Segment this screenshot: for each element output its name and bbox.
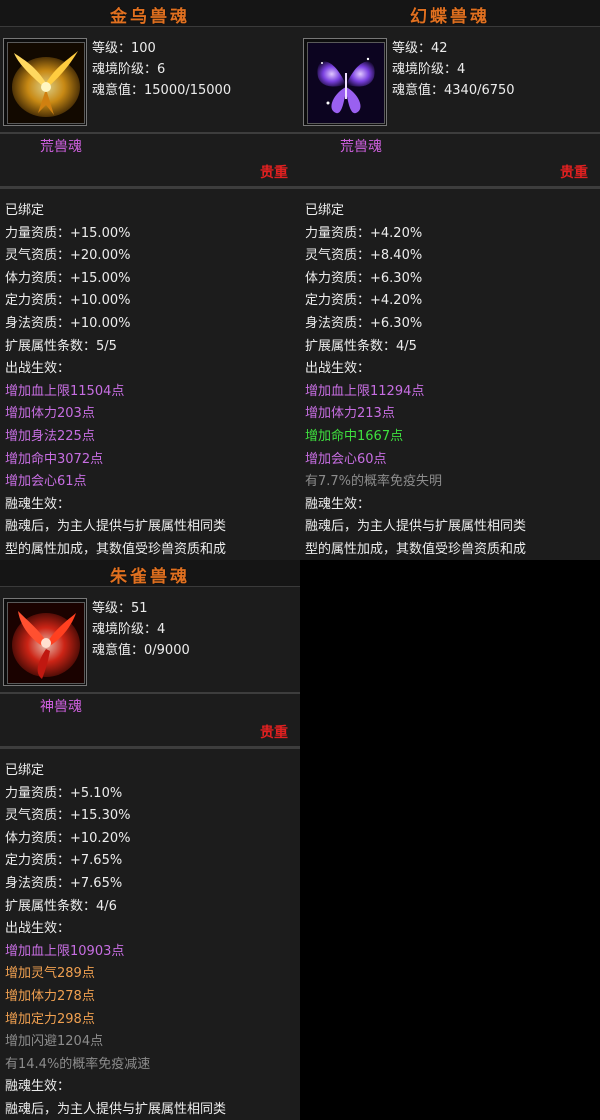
effect-line: 增加血上限11294点 <box>305 383 425 399</box>
attr-line: 力量资质：+5.10% <box>5 785 123 801</box>
effect-line: 增加体力278点 <box>5 988 95 1004</box>
title-bar: 幻蝶兽魂 <box>300 0 600 27</box>
fusion-text: 融魂后，为主人提供与扩展属性相同类 <box>5 1101 227 1117</box>
battle-effect-label: 出战生效： <box>305 361 371 377</box>
effect-line: 增加体力213点 <box>305 406 395 422</box>
effect-line: 增加身法225点 <box>5 428 95 444</box>
soul-value-line: 魂意值：0/9000 <box>92 643 190 658</box>
basic-stats: 等级：51 魂境阶级：4 魂意值：0/9000 <box>92 598 190 661</box>
fusion-effect-label: 融魂生效： <box>305 496 371 512</box>
attr-line: 力量资质：+15.00% <box>5 225 131 241</box>
divider <box>300 186 600 189</box>
ext-attr-count: 扩展属性条数：4/5 <box>305 338 417 354</box>
ext-attr-count: 扩展属性条数：4/6 <box>5 898 117 914</box>
beast-soul-card-vermilion-bird: 朱雀兽魂 等级：51 魂境阶级：4 魂意值：0/9000 神兽魂 贵重 已绑定 … <box>0 560 300 1120</box>
battle-effect-label: 出战生效： <box>5 921 71 937</box>
attr-line: 体力资质：+10.20% <box>5 830 131 846</box>
level-line: 等级：42 <box>392 41 448 56</box>
soul-grade: 荒兽魂 <box>40 139 82 155</box>
card-title: 朱雀兽魂 <box>110 567 190 587</box>
effect-line: 增加血上限10903点 <box>5 943 125 959</box>
title-bar: 金乌兽魂 <box>0 0 300 27</box>
divider <box>300 132 600 134</box>
title-bar: 朱雀兽魂 <box>0 560 300 587</box>
attr-line: 灵气资质：+15.30% <box>5 808 131 824</box>
golden-crow-icon[interactable] <box>3 38 87 126</box>
attr-line: 定力资质：+4.20% <box>305 293 423 309</box>
effect-line: 有7.7%的概率免疫失明 <box>305 474 443 490</box>
attr-line: 灵气资质：+8.40% <box>305 248 423 264</box>
attr-line: 身法资质：+7.65% <box>5 875 123 891</box>
beast-soul-card-golden-crow: 金乌兽魂 等级：100 魂境阶级：6 魂意值：15000/15000 荒兽魂 贵… <box>0 0 300 560</box>
card-title: 幻蝶兽魂 <box>410 7 490 27</box>
divider <box>0 186 300 189</box>
effect-line: 增加定力298点 <box>5 1011 95 1027</box>
vermilion-bird-icon[interactable] <box>3 598 87 686</box>
realm-line: 魂境阶级：6 <box>92 62 166 77</box>
attr-line: 身法资质：+6.30% <box>305 315 423 331</box>
attr-line: 力量资质：+4.20% <box>305 225 423 241</box>
attr-line: 灵气资质：+20.00% <box>5 248 131 264</box>
realm-line: 魂境阶级：4 <box>92 622 166 637</box>
effect-line: 增加体力203点 <box>5 406 95 422</box>
empty-area <box>300 560 600 1120</box>
card-title: 金乌兽魂 <box>110 7 190 27</box>
rarity-label: 贵重 <box>260 165 288 181</box>
effect-line: 增加灵气289点 <box>5 966 95 982</box>
fusion-text: 融魂后，为主人提供与扩展属性相同类 <box>305 519 527 535</box>
soul-grade: 神兽魂 <box>40 699 82 715</box>
attr-line: 身法资质：+10.00% <box>5 315 131 331</box>
detail-list: 已绑定 力量资质：+15.00% 灵气资质：+20.00% 体力资质：+15.0… <box>5 200 297 560</box>
effect-line: 增加命中1667点 <box>305 428 404 444</box>
rarity-label: 贵重 <box>560 165 588 181</box>
fusion-effect-label: 融魂生效： <box>5 496 71 512</box>
bound-status: 已绑定 <box>5 203 45 218</box>
effect-line: 增加会心60点 <box>305 451 387 467</box>
basic-stats: 等级：42 魂境阶级：4 魂意值：4340/6750 <box>392 38 515 101</box>
effect-line: 有14.4%的概率免疫减速 <box>5 1056 151 1072</box>
ext-attr-count: 扩展属性条数：5/5 <box>5 338 117 354</box>
soul-value-line: 魂意值：15000/15000 <box>92 83 232 98</box>
attr-line: 体力资质：+15.00% <box>5 270 131 286</box>
battle-effect-label: 出战生效： <box>5 361 71 377</box>
soul-grade: 荒兽魂 <box>340 139 382 155</box>
butterfly-icon[interactable] <box>303 38 387 126</box>
effect-line: 增加命中3072点 <box>5 451 104 467</box>
detail-list: 已绑定 力量资质：+5.10% 灵气资质：+15.30% 体力资质：+10.20… <box>5 760 297 1120</box>
fusion-text: 型的属性加成，其数值受珍兽资质和成 <box>5 541 227 557</box>
fusion-effect-label: 融魂生效： <box>5 1079 71 1095</box>
fusion-text: 融魂后，为主人提供与扩展属性相同类 <box>5 519 227 535</box>
fusion-text: 型的属性加成，其数值受珍兽资质和成 <box>305 541 527 557</box>
soul-value-line: 魂意值：4340/6750 <box>392 83 515 98</box>
detail-list: 已绑定 力量资质：+4.20% 灵气资质：+8.40% 体力资质：+6.30% … <box>305 200 597 560</box>
level-line: 等级：100 <box>92 41 156 56</box>
rarity-label: 贵重 <box>260 725 288 741</box>
attr-line: 定力资质：+10.00% <box>5 293 131 309</box>
bound-status: 已绑定 <box>5 763 45 778</box>
realm-line: 魂境阶级：4 <box>392 62 466 77</box>
effect-line: 增加会心61点 <box>5 474 87 490</box>
attr-line: 定力资质：+7.65% <box>5 853 123 869</box>
bound-status: 已绑定 <box>305 203 345 218</box>
divider <box>0 692 300 694</box>
basic-stats: 等级：100 魂境阶级：6 魂意值：15000/15000 <box>92 38 231 101</box>
beast-soul-card-phantom-butterfly: 幻蝶兽魂 等级：42 魂境阶级：4 魂意值：4340/6750 荒兽魂 贵重 已… <box>300 0 600 560</box>
divider <box>0 132 300 134</box>
attr-line: 体力资质：+6.30% <box>305 270 423 286</box>
divider <box>0 746 300 749</box>
level-line: 等级：51 <box>92 601 148 616</box>
effect-line: 增加闪避1204点 <box>5 1034 104 1050</box>
effect-line: 增加血上限11504点 <box>5 383 125 399</box>
